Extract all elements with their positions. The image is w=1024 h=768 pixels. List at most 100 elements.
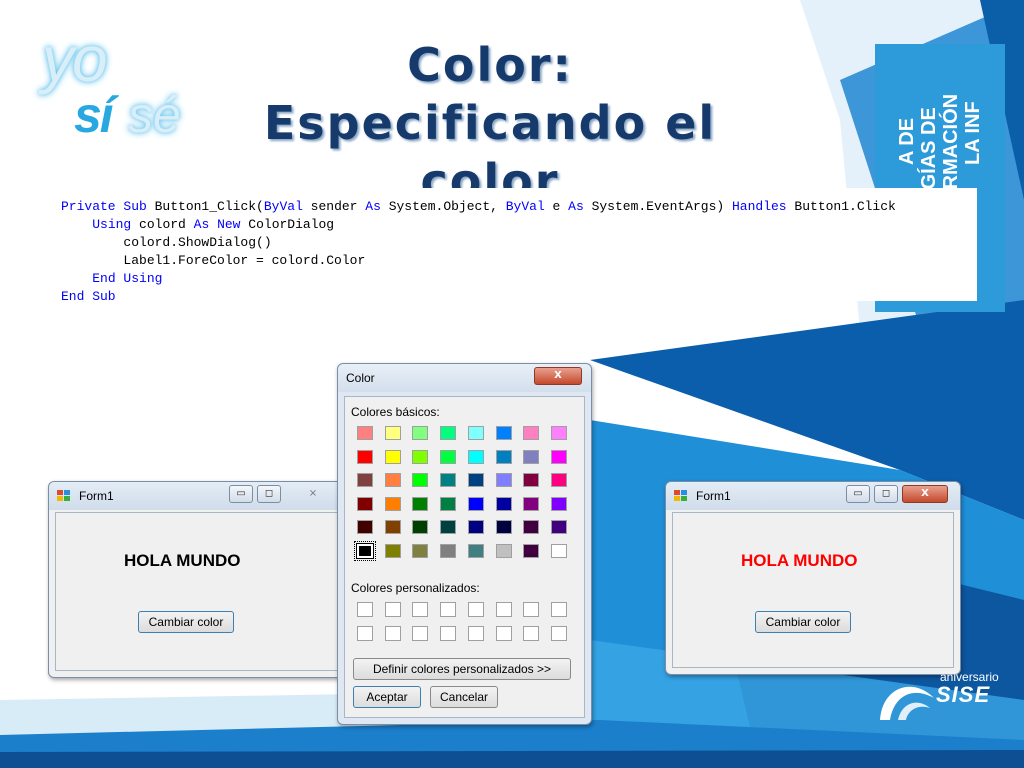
basic-color-swatch[interactable] [550, 520, 567, 534]
code-line: End Sub [61, 288, 977, 306]
basic-color-swatch[interactable] [412, 449, 429, 464]
custom-color-swatch[interactable] [495, 602, 512, 617]
cambiar-color-button[interactable]: Cambiar color [755, 611, 851, 633]
logo-yo-text: yo [42, 23, 108, 95]
custom-color-swatch[interactable] [467, 626, 484, 641]
basic-color-swatch[interactable] [550, 473, 567, 487]
basic-color-swatch[interactable] [495, 520, 512, 534]
custom-color-swatch[interactable] [412, 602, 429, 617]
basic-color-swatch[interactable] [467, 426, 484, 440]
basic-color-swatch[interactable] [357, 449, 373, 464]
code-text: colord.ShowDialog() [61, 235, 272, 250]
basic-color-swatch[interactable] [440, 449, 457, 464]
basic-color-swatch[interactable] [495, 496, 512, 511]
cancelar-button[interactable]: Cancelar [430, 686, 498, 708]
custom-color-swatch[interactable] [357, 602, 373, 617]
custom-color-swatch[interactable] [495, 626, 512, 641]
basic-color-swatch[interactable] [412, 520, 429, 534]
code-line: Using colord As New ColorDialog [61, 216, 977, 234]
basic-color-swatch[interactable] [440, 543, 457, 558]
close-button[interactable]: X [534, 367, 582, 385]
basic-color-swatch[interactable] [523, 543, 540, 558]
basic-color-swatch[interactable] [523, 449, 540, 464]
custom-color-swatch[interactable] [412, 626, 429, 641]
basic-color-swatch[interactable] [384, 543, 401, 558]
basic-color-swatch[interactable] [440, 520, 457, 534]
basic-color-swatch[interactable] [467, 543, 484, 558]
basic-color-swatch[interactable] [495, 543, 512, 558]
code-text: System.EventArgs) [583, 199, 732, 214]
code-keyword: New [217, 217, 241, 232]
basic-color-swatch[interactable] [550, 543, 567, 558]
maximize-button[interactable]: ◻ [874, 485, 898, 503]
basic-color-swatch[interactable] [495, 426, 512, 440]
custom-color-swatch[interactable] [467, 602, 484, 617]
define-custom-colors-button[interactable]: Definir colores personalizados >> [353, 658, 571, 680]
basic-color-swatch[interactable] [384, 520, 401, 534]
minimize-button[interactable]: ▭ [229, 485, 253, 503]
basic-color-swatch[interactable] [523, 426, 540, 440]
basic-color-swatch[interactable] [357, 496, 373, 511]
custom-color-swatch[interactable] [550, 626, 567, 641]
yosise-logo: yo sí sé [36, 22, 186, 152]
custom-colors-label: Colores personalizados: [351, 581, 480, 595]
basic-color-swatch[interactable] [550, 426, 567, 440]
title-bar: Color X [338, 364, 591, 392]
title-bar: Form1 ▭ ◻ X [666, 482, 960, 510]
basic-color-swatch[interactable] [467, 520, 484, 534]
basic-color-swatch[interactable] [467, 496, 484, 511]
basic-color-swatch[interactable] [495, 449, 512, 464]
basic-color-swatch[interactable] [495, 473, 512, 487]
basic-color-swatch[interactable] [384, 449, 401, 464]
code-snippet: Private Sub Button1_Click(ByVal sender A… [55, 188, 977, 304]
basic-color-swatch[interactable] [384, 496, 401, 511]
basic-color-swatch[interactable] [384, 426, 401, 440]
basic-color-swatch[interactable] [357, 473, 373, 487]
basic-color-swatch[interactable] [523, 520, 540, 534]
minimize-button[interactable]: ▭ [846, 485, 870, 503]
cambiar-color-button[interactable]: Cambiar color [138, 611, 234, 633]
custom-color-swatch[interactable] [550, 602, 567, 617]
basic-color-swatch[interactable] [440, 496, 457, 511]
code-keyword: Handles [732, 199, 787, 214]
aceptar-button[interactable]: Aceptar [353, 686, 421, 708]
custom-color-swatch[interactable] [440, 602, 457, 617]
basic-color-swatch[interactable] [357, 520, 373, 534]
code-keyword: As [193, 217, 210, 232]
basic-color-swatch[interactable] [440, 473, 457, 487]
custom-color-swatch[interactable] [523, 602, 540, 617]
basic-color-swatch[interactable] [412, 496, 429, 511]
basic-color-swatch[interactable] [467, 449, 484, 464]
custom-color-swatch[interactable] [440, 626, 457, 641]
basic-color-swatch[interactable] [412, 473, 429, 487]
basic-color-swatch[interactable] [467, 473, 484, 487]
maximize-button[interactable]: ◻ [257, 485, 281, 503]
basic-color-swatch[interactable] [440, 426, 457, 440]
basic-color-swatch[interactable] [412, 543, 429, 558]
basic-color-swatch[interactable] [357, 426, 373, 440]
close-button[interactable]: X [902, 485, 948, 503]
code-line: Private Sub Button1_Click(ByVal sender A… [61, 198, 977, 216]
custom-color-swatch[interactable] [523, 626, 540, 641]
slide-title-line-1: Color: Especificando el [263, 38, 717, 150]
basic-color-swatch[interactable] [550, 449, 567, 464]
custom-color-swatch[interactable] [357, 626, 373, 641]
basic-color-swatch[interactable] [354, 540, 376, 561]
color-dialog: Color X Colores básicos: Colores persona… [337, 363, 592, 725]
code-keyword: As [365, 199, 381, 214]
title-bar: Form1 ▭ ◻ ⨯ [49, 482, 345, 510]
basic-color-swatch[interactable] [550, 496, 567, 511]
custom-color-swatch[interactable] [384, 602, 401, 617]
basic-color-swatch[interactable] [523, 496, 540, 511]
basic-color-swatch[interactable] [412, 426, 429, 440]
custom-color-swatch[interactable] [384, 626, 401, 641]
form-icon [57, 490, 70, 501]
basic-color-swatch[interactable] [523, 473, 540, 487]
close-button[interactable]: ⨯ [295, 485, 331, 503]
dialog-title: Color [346, 371, 375, 385]
side-banner-line-3: ORMACIÓN [940, 93, 962, 205]
logo-si-text: sí [74, 87, 114, 143]
basic-color-swatch[interactable] [384, 473, 401, 487]
